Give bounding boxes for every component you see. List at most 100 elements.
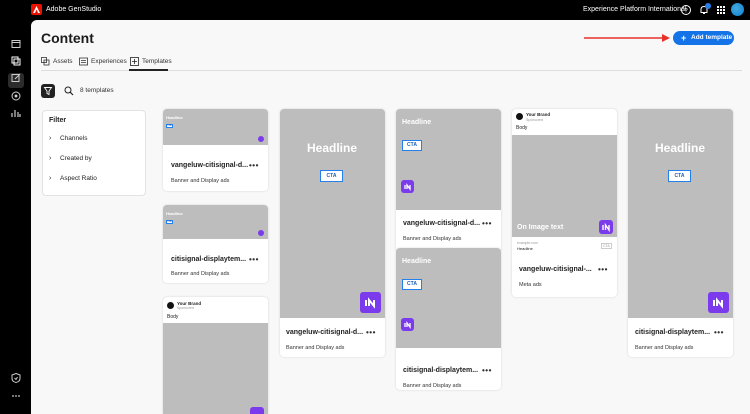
card-subtitle: Meta ads xyxy=(519,282,542,288)
brand-icon[interactable] xyxy=(10,372,22,384)
genstudio-badge-icon xyxy=(360,292,381,313)
svg-text:?: ? xyxy=(684,8,688,14)
template-card[interactable]: Headline CTA citisignal-displaytem... ••… xyxy=(163,205,268,283)
more-actions-button[interactable]: ••• xyxy=(714,328,724,337)
top-bar: Adobe GenStudio Experience Platform Inte… xyxy=(0,0,750,20)
card-title: vangeluw-citisignal-d... xyxy=(403,220,481,227)
brand-avatar xyxy=(516,113,523,120)
preview-body: Body xyxy=(167,314,179,320)
card-title: vangeluw-citisignal-d... xyxy=(171,162,249,169)
template-count: 8 templates xyxy=(80,87,114,94)
preview-body: Body xyxy=(516,125,528,131)
more-actions-button[interactable]: ••• xyxy=(249,255,259,264)
genstudio-badge-icon xyxy=(401,180,414,193)
tab-label: Experiences xyxy=(91,58,127,65)
preview-cta: CTA xyxy=(402,140,422,151)
create-icon[interactable] xyxy=(10,72,22,84)
assets-icon xyxy=(41,57,50,66)
genstudio-badge-icon xyxy=(401,318,414,331)
card-subtitle: Banner and Display ads xyxy=(635,345,694,351)
content-icon[interactable] xyxy=(10,55,22,67)
org-switcher[interactable]: Experience Platform International xyxy=(583,4,687,16)
template-preview: Your Brand Sponsored Body xyxy=(163,297,268,414)
active-tab-indicator xyxy=(129,69,168,71)
preview-headline: Headline xyxy=(655,141,706,155)
preview-sponsored: Sponsored xyxy=(526,118,543,122)
template-card[interactable]: Headline CTA vangeluw-citisignal-d... ••… xyxy=(280,109,385,357)
preview-cta: CTA xyxy=(668,170,691,182)
preview-headline: Headline xyxy=(307,141,358,155)
more-actions-button[interactable]: ••• xyxy=(482,366,492,375)
sidebar xyxy=(0,20,31,414)
brand-avatar xyxy=(167,302,174,309)
preview-cta: CTA xyxy=(166,124,173,128)
preview-cta: CTA xyxy=(166,220,173,224)
add-template-button[interactable]: + Add template xyxy=(673,31,734,45)
card-subtitle: Banner and Display ads xyxy=(171,178,230,184)
card-title: citisignal-displaytem... xyxy=(403,367,479,374)
help-icon[interactable]: ? xyxy=(680,4,692,16)
filter-label: Created by xyxy=(60,155,92,162)
card-title: citisignal-displaytem... xyxy=(171,256,247,263)
card-subtitle: Banner and Display ads xyxy=(171,271,230,277)
template-card[interactable]: Your Brand Sponsored Body xyxy=(163,297,268,414)
page-title: Content xyxy=(41,30,94,46)
social-post-header: Your Brand Sponsored Body xyxy=(512,109,617,135)
preview-cta: CTA xyxy=(601,243,612,249)
card-subtitle: Banner and Display ads xyxy=(403,236,462,242)
experiences-icon xyxy=(79,57,88,66)
preview-headline: Headline xyxy=(517,246,533,251)
social-post-header: Your Brand Sponsored Body xyxy=(163,297,268,323)
plus-icon: + xyxy=(681,33,687,43)
filter-title: Filter xyxy=(49,117,67,124)
preview-image-text: On Image text xyxy=(517,224,564,231)
home-icon[interactable] xyxy=(10,38,22,50)
template-preview: Headline CTA xyxy=(396,109,501,210)
template-card[interactable]: Your Brand Sponsored Body On Image text … xyxy=(512,109,617,297)
template-card[interactable]: Headline CTA citisignal-displaytem... ••… xyxy=(396,248,501,390)
apps-grid-icon[interactable] xyxy=(715,4,727,16)
more-actions-button[interactable]: ••• xyxy=(249,161,259,170)
preview-headline: Headline xyxy=(402,258,432,265)
search-icon[interactable] xyxy=(64,86,74,96)
annotation-arrow xyxy=(584,34,670,42)
template-preview: Headline CTA xyxy=(628,109,733,318)
more-actions-button[interactable]: ••• xyxy=(598,265,608,274)
card-title: vangeluw-citisignal-... xyxy=(519,266,592,273)
more-icon[interactable] xyxy=(10,390,22,402)
genstudio-badge-icon xyxy=(708,292,729,313)
card-subtitle: Banner and Display ads xyxy=(286,345,345,351)
adobe-logo-icon[interactable] xyxy=(31,4,42,15)
more-actions-button[interactable]: ••• xyxy=(366,328,376,337)
genstudio-badge-icon xyxy=(599,220,613,234)
genstudio-badge-icon xyxy=(258,230,264,236)
more-actions-button[interactable]: ••• xyxy=(482,219,492,228)
template-card[interactable]: Headline CTA vangeluw-citisignal-d... ••… xyxy=(396,109,501,252)
add-template-label: Add template xyxy=(691,34,733,41)
app-name[interactable]: Adobe GenStudio xyxy=(46,4,101,16)
card-subtitle: Banner and Display ads xyxy=(403,383,462,389)
filter-icon xyxy=(43,87,53,96)
insights-icon[interactable] xyxy=(10,107,22,119)
filter-panel: Filter › Channels › Created by › Aspect … xyxy=(42,110,146,196)
filter-toggle-button[interactable] xyxy=(41,84,55,98)
genstudio-badge-icon xyxy=(258,136,264,142)
notification-badge xyxy=(705,3,711,9)
template-card[interactable]: Headline CTA vangeluw-citisignal-d... ••… xyxy=(163,109,268,191)
preview-domain: example.com xyxy=(517,241,538,245)
chevron-right-icon: › xyxy=(49,155,52,162)
chevron-right-icon: › xyxy=(49,135,52,142)
template-preview: Headline CTA xyxy=(163,109,268,145)
preview-sponsored: Sponsored xyxy=(177,306,194,310)
chevron-right-icon: › xyxy=(49,175,52,182)
filter-label: Channels xyxy=(60,135,88,142)
activate-icon[interactable] xyxy=(10,90,22,102)
avatar[interactable] xyxy=(731,3,744,16)
template-preview: Headline CTA xyxy=(163,205,268,239)
card-title: vangeluw-citisignal-d... xyxy=(286,329,364,336)
templates-icon xyxy=(130,57,139,66)
template-preview: Headline CTA xyxy=(396,248,501,348)
template-preview: Headline CTA xyxy=(280,109,385,318)
template-card[interactable]: Headline CTA citisignal-displaytem... ••… xyxy=(628,109,733,357)
preview-headline: Headline xyxy=(166,211,183,216)
